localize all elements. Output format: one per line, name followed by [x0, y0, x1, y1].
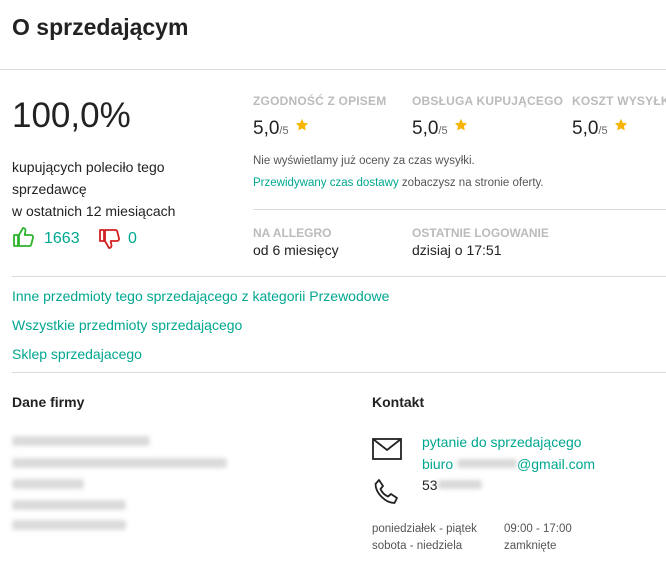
hours-weekend-label: sobota - niedziela: [372, 540, 463, 552]
star-icon: [614, 118, 628, 131]
shipping-rating-note: Nie wyświetlamy już oceny za czas wysyłk…: [253, 155, 475, 167]
rating-label-description: ZGODNOŚĆ Z OPISEM: [253, 94, 387, 108]
company-address-redacted: [12, 458, 227, 468]
company-nip-redacted: [12, 520, 126, 530]
recommendation-line2: w ostatnich 12 miesiącach: [12, 203, 176, 219]
on-allegro-value: od 6 miesięcy: [253, 242, 339, 258]
company-name-redacted: [12, 436, 150, 446]
positive-count[interactable]: 1663: [44, 230, 80, 248]
recommendation-text: kupujących poleciło tego sprzedawcę w os…: [12, 156, 212, 222]
company-street-redacted: [12, 479, 84, 489]
recommendation-line1: kupujących poleciło tego sprzedawcę: [12, 159, 165, 197]
last-login-label: OSTATNIE LOGOWANIE: [412, 226, 549, 240]
delivery-time-note-rest: zobaczysz na stronie oferty.: [398, 177, 544, 189]
envelope-icon: [372, 438, 402, 460]
negative-count[interactable]: 0: [128, 230, 137, 248]
all-items-link[interactable]: Wszystkie przedmioty sprzedającego: [12, 317, 242, 333]
phone-redacted: [437, 480, 482, 489]
hours-weekend-time: zamknięte: [504, 540, 557, 552]
company-heading: Dane firmy: [12, 394, 85, 410]
seller-email-link[interactable]: biuro @gmail.com: [422, 456, 595, 472]
delivery-time-link[interactable]: Przewidywany czas dostawy: [253, 177, 399, 189]
email-redacted: [457, 459, 518, 468]
hours-weekdays-label: poniedziałek - piątek: [372, 523, 477, 535]
contact-heading: Kontakt: [372, 394, 425, 410]
rating-label-shipping-cost: KOSZT WYSYŁKI: [572, 94, 666, 108]
rating-label-service: OBSŁUGA KUPUJĄCEGO: [412, 94, 564, 108]
seller-shop-link[interactable]: Sklep sprzedajacego: [12, 346, 142, 362]
recommendation-percent: 100,0%: [12, 96, 131, 135]
stats-divider: [12, 276, 666, 277]
thumbs-up-icon: [13, 227, 34, 247]
phone-icon: [374, 479, 398, 504]
other-items-category-link[interactable]: Inne przedmioty tego sprzedającego z kat…: [12, 288, 389, 304]
on-allegro-label: NA ALLEGRO: [253, 226, 332, 240]
seller-phone: 53: [422, 477, 482, 493]
links-divider: [12, 372, 666, 373]
rating-value-description: 5,0/5: [253, 118, 309, 140]
star-icon: [454, 118, 468, 131]
hours-weekdays-time: 09:00 - 17:00: [504, 523, 572, 535]
header-divider: [0, 69, 666, 70]
last-login-value: dzisiaj o 17:51: [412, 242, 502, 258]
rating-value-service: 5,0/5: [412, 118, 468, 140]
delivery-time-note: Przewidywany czas dostawy zobaczysz na s…: [253, 177, 544, 189]
company-city-redacted: [12, 500, 126, 510]
star-icon: [295, 118, 309, 131]
rating-value-shipping-cost: 5,0/5: [572, 118, 628, 140]
ask-seller-link[interactable]: pytanie do sprzedającego: [422, 434, 582, 450]
thumbs-down-icon: [99, 229, 120, 249]
page-title: O sprzedającym: [12, 14, 189, 40]
ratings-divider: [253, 209, 666, 210]
